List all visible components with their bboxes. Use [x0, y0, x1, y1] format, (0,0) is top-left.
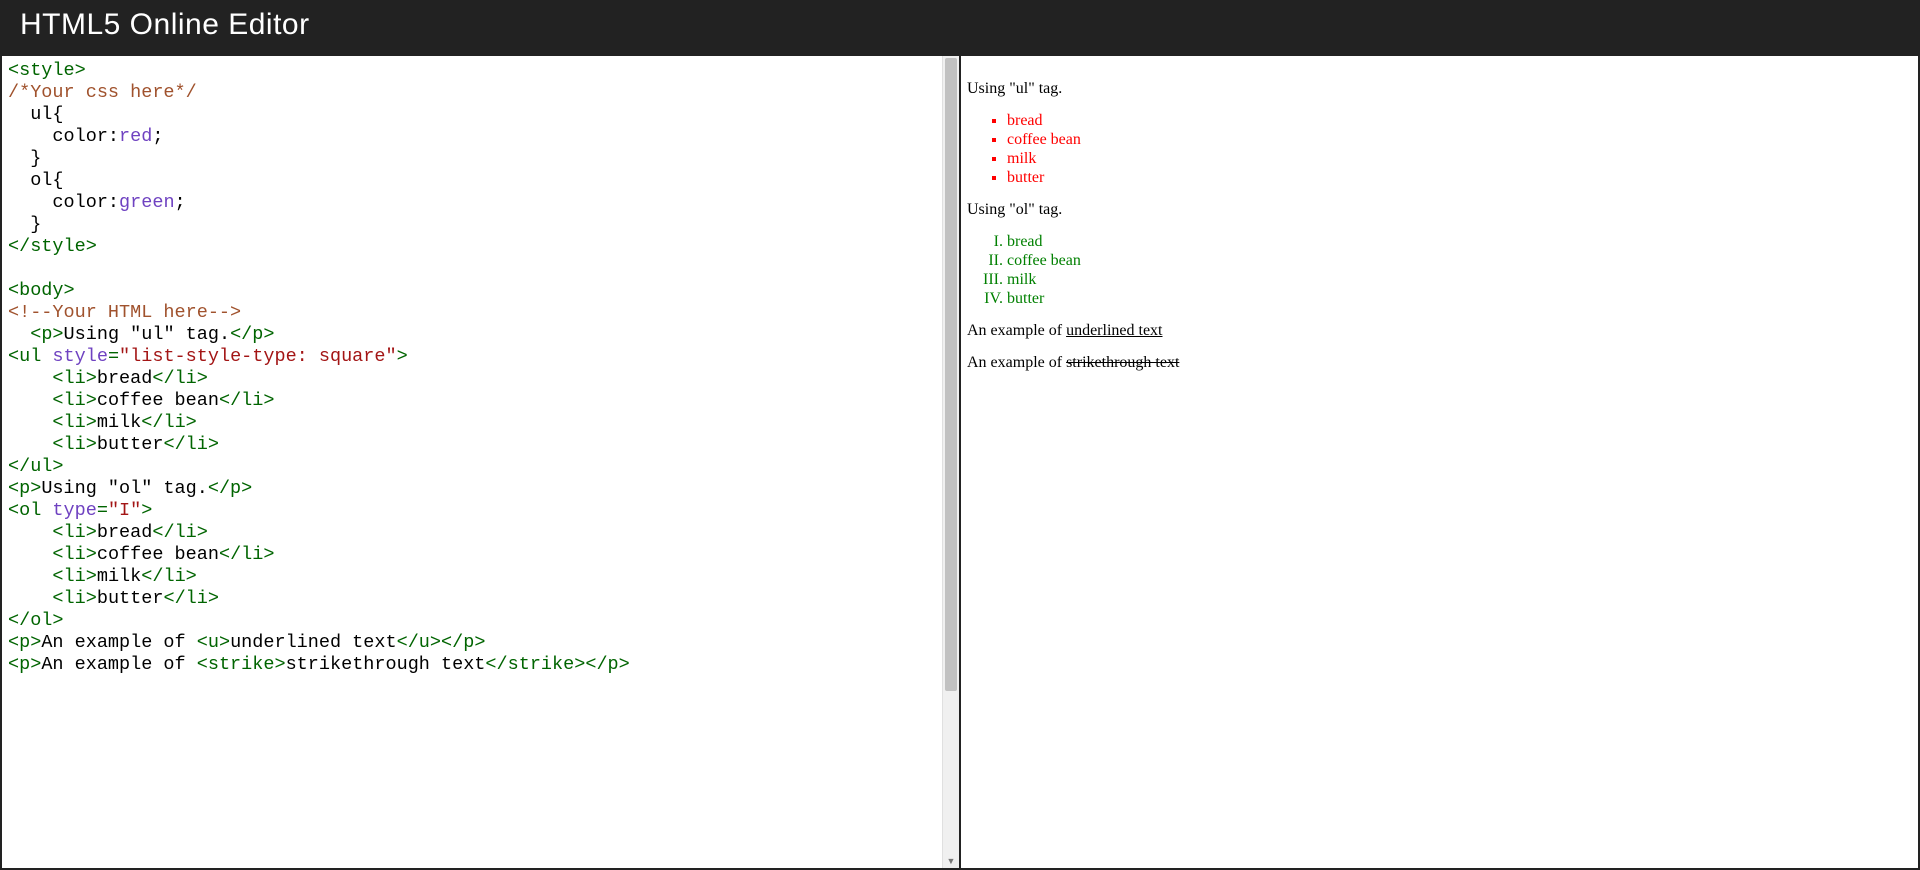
- preview-ol-heading: Using "ol" tag.: [967, 201, 1912, 219]
- scroll-down-icon[interactable]: ▼: [943, 854, 959, 868]
- preview-ul-heading: Using "ul" tag.: [967, 80, 1912, 98]
- editor-scrollbar[interactable]: ▲ ▼: [942, 56, 959, 868]
- strike-text: strikethrough text: [1066, 354, 1179, 371]
- list-item: coffee bean: [1007, 131, 1912, 149]
- preview-strike-line: An example of strikethrough text: [967, 354, 1912, 372]
- code-editor[interactable]: <style> /*Your css here*/ ul{ color:red;…: [2, 56, 959, 868]
- preview-ul: breadcoffee beanmilkbutter: [967, 112, 1912, 187]
- list-item: coffee bean: [1007, 252, 1912, 270]
- header: HTML5 Online Editor: [0, 0, 1920, 56]
- scroll-thumb[interactable]: [945, 58, 957, 691]
- preview-underline-line: An example of underlined text: [967, 322, 1912, 340]
- underline-prefix: An example of: [967, 322, 1066, 339]
- preview-pane: Using "ul" tag. breadcoffee beanmilkbutt…: [961, 56, 1920, 870]
- list-item: butter: [1007, 290, 1912, 308]
- list-item: butter: [1007, 169, 1912, 187]
- app: HTML5 Online Editor <style> /*Your css h…: [0, 0, 1920, 870]
- list-item: bread: [1007, 112, 1912, 130]
- list-item: milk: [1007, 150, 1912, 168]
- underline-text: underlined text: [1066, 322, 1162, 339]
- preview-ol: breadcoffee beanmilkbutter: [967, 233, 1912, 308]
- code-content[interactable]: <style> /*Your css here*/ ul{ color:red;…: [2, 56, 959, 680]
- strike-prefix: An example of: [967, 354, 1066, 371]
- editor-pane: <style> /*Your css here*/ ul{ color:red;…: [0, 56, 961, 870]
- preview-content: Using "ul" tag. breadcoffee beanmilkbutt…: [961, 56, 1918, 396]
- page-title: HTML5 Online Editor: [20, 8, 1900, 42]
- workspace: <style> /*Your css here*/ ul{ color:red;…: [0, 56, 1920, 870]
- list-item: milk: [1007, 271, 1912, 289]
- list-item: bread: [1007, 233, 1912, 251]
